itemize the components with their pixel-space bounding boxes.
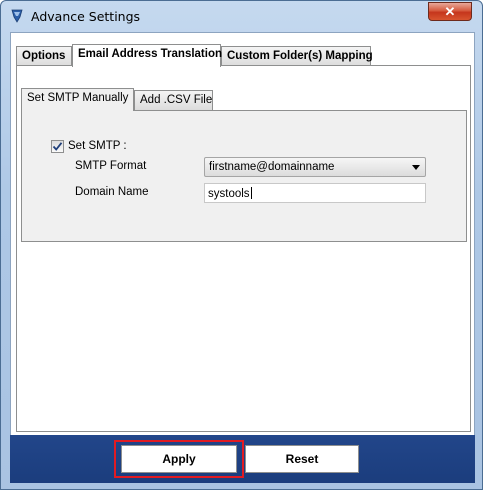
smtp-format-label: SMTP Format <box>75 160 147 172</box>
email-translation-panel: Set SMTP Manually Add .CSV File Set SMTP… <box>16 65 471 432</box>
window-title: Advance Settings <box>31 9 141 24</box>
tab-options[interactable]: Options <box>16 46 72 66</box>
tab-label: Email Address Translation <box>78 48 223 60</box>
tab-label: Set SMTP Manually <box>27 92 129 104</box>
close-button[interactable]: ✕ <box>428 2 472 21</box>
reset-button[interactable]: Reset <box>245 445 359 473</box>
client-area: Options Email Address Translation Custom… <box>10 32 475 483</box>
domain-name-label: Domain Name <box>75 186 149 198</box>
domain-name-value: systools <box>208 188 250 200</box>
smtp-settings-panel: Set SMTP : SMTP Format firstname@domainn… <box>21 110 467 242</box>
tab-label: Add .CSV File <box>140 94 213 106</box>
app-logo-icon <box>11 9 23 23</box>
tab-email-address-translation[interactable]: Email Address Translation <box>72 44 223 67</box>
tab-label: Options <box>22 50 66 62</box>
tab-label: Custom Folder(s) Mapping <box>227 50 373 62</box>
checkmark-icon <box>52 142 63 151</box>
domain-name-input[interactable]: systools <box>204 183 426 203</box>
apply-button[interactable]: Apply <box>121 445 237 473</box>
dropdown-arrow-icon <box>412 165 420 170</box>
set-smtp-checkbox[interactable] <box>51 140 64 153</box>
smtp-format-dropdown[interactable]: firstname@domainname <box>204 157 426 177</box>
tab-custom-folder-mapping[interactable]: Custom Folder(s) Mapping <box>221 46 373 66</box>
tab-set-smtp-manually[interactable]: Set SMTP Manually <box>21 88 134 111</box>
apply-button-label: Apply <box>162 452 196 466</box>
button-bar: Apply Reset <box>10 435 475 483</box>
close-icon: ✕ <box>444 3 456 19</box>
smtp-format-value: firstname@domainname <box>209 161 335 173</box>
text-caret <box>250 187 252 199</box>
set-smtp-label: Set SMTP : <box>68 140 127 152</box>
advance-settings-window: Advance Settings ✕ Options Email Address… <box>0 0 483 490</box>
reset-button-label: Reset <box>285 452 319 466</box>
tab-add-csv-file[interactable]: Add .CSV File <box>134 90 213 110</box>
title-bar[interactable]: Advance Settings ✕ <box>1 1 482 33</box>
